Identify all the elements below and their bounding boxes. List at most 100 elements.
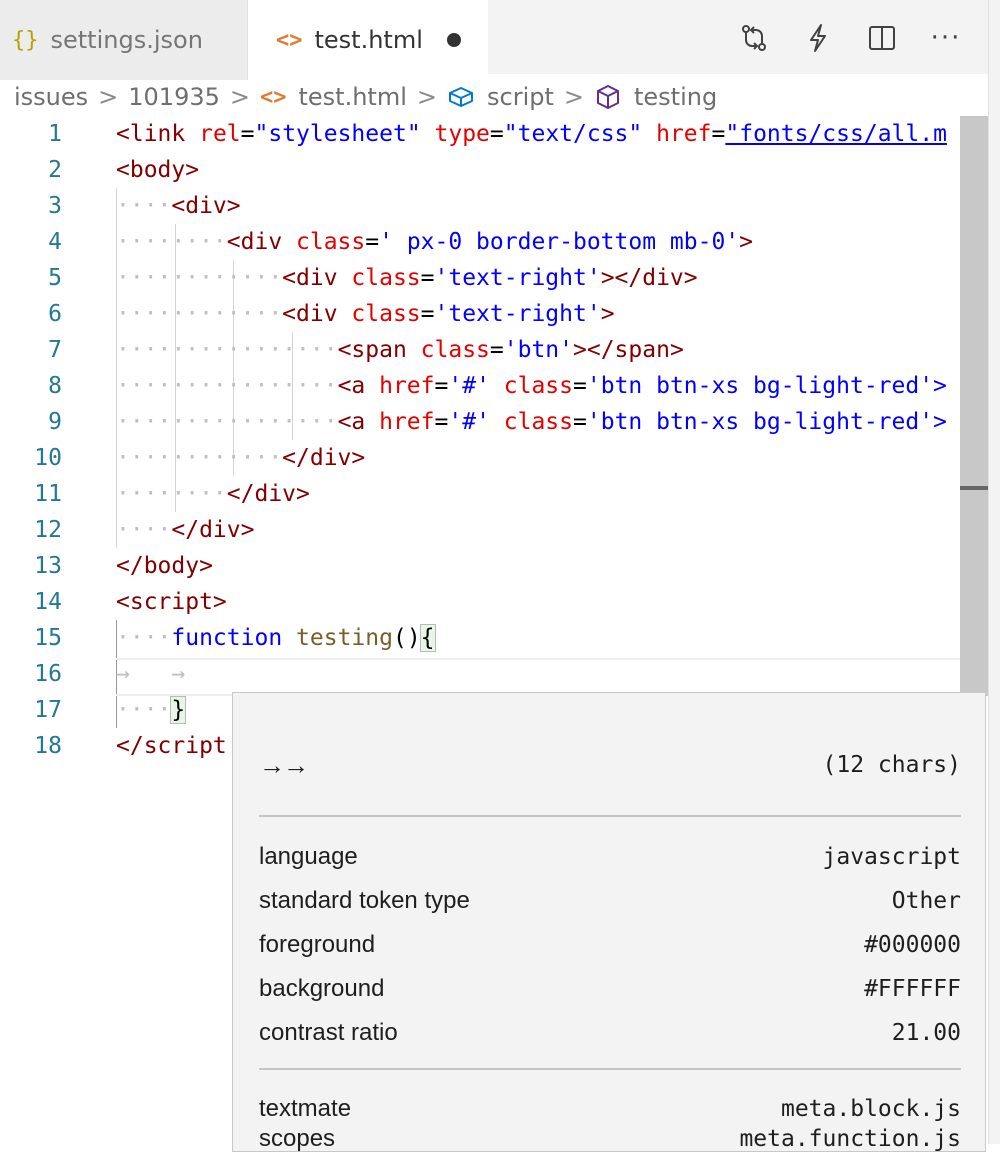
code-text: ················<a href='#' class='btn b… — [116, 409, 947, 435]
code-line: 1 <link rel="stylesheet" type="text/css"… — [0, 116, 988, 152]
code-text: </body> — [116, 553, 213, 579]
row-value: Other — [891, 888, 961, 914]
unsaved-dot-icon[interactable] — [447, 33, 461, 47]
breadcrumb-item-testing[interactable]: testing — [634, 83, 717, 111]
code-line: 3 ····<div> — [0, 188, 988, 224]
bracket-match: } — [170, 696, 187, 724]
token-row-language: language javascript — [259, 839, 961, 875]
divider — [259, 1068, 961, 1070]
code-text: ········<div class=' px-0 border-bottom … — [116, 229, 754, 255]
row-label: scopes — [259, 1125, 336, 1152]
line-number: 17 — [34, 697, 62, 723]
row-value: javascript — [822, 844, 961, 870]
module-icon — [447, 83, 475, 111]
code-text: </script — [116, 733, 227, 759]
bracket-match: { — [419, 624, 436, 652]
code-line: 11 ········</div> — [0, 476, 988, 512]
line-number: 15 — [34, 625, 62, 651]
token-header: →→ (12 chars) — [259, 747, 961, 783]
code-line: 16 → → — [0, 656, 988, 692]
function-cube-icon — [594, 83, 622, 111]
token-row-foreground: foreground #000000 — [259, 927, 961, 963]
code-line: 8 ················<a href='#' class='btn… — [0, 368, 988, 404]
chevron-right-icon: > — [229, 83, 250, 111]
tab-settings-json[interactable]: {} settings.json — [0, 0, 248, 80]
code-text: <body> — [116, 157, 200, 183]
code-link: "fonts/css/all.m — [725, 121, 947, 147]
code-line: 6 ············<div class='text-right'> — [0, 296, 988, 332]
line-number: 8 — [48, 373, 62, 399]
line-number: 1 — [48, 121, 62, 147]
code-line: 5 ············<div class='text-right'></… — [0, 260, 988, 296]
angle-brackets-icon: <> — [260, 84, 287, 110]
line-number: 7 — [48, 337, 62, 363]
code-text: ············</div> — [116, 445, 366, 471]
breadcrumb-item-issues[interactable]: issues — [14, 83, 88, 111]
token-length: (12 chars) — [822, 752, 961, 778]
row-label: background — [259, 975, 385, 1002]
row-label: standard token type — [259, 887, 470, 914]
chevron-right-icon: > — [563, 83, 584, 111]
code-text: ············<div class='text-right'></di… — [116, 265, 698, 291]
chevron-right-icon: > — [416, 83, 437, 111]
breadcrumb-item-101935[interactable]: 101935 — [128, 83, 220, 111]
code-text: <link rel="stylesheet" type="text/css" h… — [116, 121, 947, 147]
code-text: ····} — [116, 696, 187, 724]
code-text: <script> — [116, 589, 227, 615]
token-row-background: background #FFFFFF — [259, 971, 961, 1007]
run-button[interactable] — [798, 18, 838, 58]
token-text: →→ — [259, 749, 309, 780]
braces-icon: {} — [12, 27, 39, 53]
breadcrumb-item-file[interactable]: test.html — [299, 83, 407, 111]
line-number: 18 — [34, 733, 62, 759]
token-row-standard-type: standard token type Other — [259, 883, 961, 919]
code-text: ················<span class='btn'></span… — [116, 337, 684, 363]
line-number: 4 — [48, 229, 62, 255]
line-number: 12 — [34, 517, 62, 543]
row-label: foreground — [259, 931, 376, 958]
scope-value: meta.function.js — [739, 1126, 961, 1152]
line-number: 9 — [48, 409, 62, 435]
code-line: 15 ····function testing(){ — [0, 620, 988, 656]
row-label: language — [259, 843, 358, 870]
lightning-icon — [810, 24, 826, 52]
line-number: 11 — [34, 481, 62, 507]
angle-brackets-icon: <> — [276, 27, 303, 53]
line-number: 6 — [48, 301, 62, 327]
split-editor-button[interactable] — [862, 18, 902, 58]
row-label: textmate — [259, 1095, 352, 1122]
code-text: ············<div class='text-right'> — [116, 301, 615, 327]
code-text: ················<a href='#' class='btn b… — [116, 373, 947, 399]
window-right-edge — [988, 0, 1000, 1144]
breadcrumb: issues > 101935 > <> test.html > script … — [14, 80, 717, 114]
line-number: 13 — [34, 553, 62, 579]
code-text: ····<div> — [116, 193, 241, 219]
divider — [259, 815, 961, 817]
compare-changes-button[interactable] — [734, 18, 774, 58]
code-text: → → — [116, 661, 186, 687]
tab-bar: {} settings.json <> test.html ··· — [0, 0, 988, 80]
line-number: 14 — [34, 589, 62, 615]
line-number: 5 — [48, 265, 62, 291]
code-line: 9 ················<a href='#' class='btn… — [0, 404, 988, 440]
code-line: 7 ················<span class='btn'></sp… — [0, 332, 988, 368]
inspect-tokens-hover: →→ (12 chars) language javascript standa… — [232, 692, 986, 1152]
code-text: ····</div> — [116, 517, 255, 543]
code-line: 13 </body> — [0, 548, 988, 584]
more-icon: ··· — [930, 23, 962, 53]
chevron-right-icon: > — [98, 83, 119, 111]
more-actions-button[interactable]: ··· — [926, 18, 966, 58]
code-line: 10 ············</div> — [0, 440, 988, 476]
row-label: contrast ratio — [259, 1019, 398, 1046]
line-number: 16 — [34, 661, 62, 687]
line-number: 2 — [48, 157, 62, 183]
code-line: 14 <script> — [0, 584, 988, 620]
token-row-scopes: scopes meta.function.js — [259, 1121, 961, 1157]
tab-test-html[interactable]: <> test.html — [248, 0, 488, 80]
code-line: 12 ····</div> — [0, 512, 988, 548]
code-line: 2 <body> — [0, 152, 988, 188]
scope-value: meta.block.js — [780, 1096, 961, 1122]
split-editor-icon — [869, 26, 895, 50]
breadcrumb-item-script[interactable]: script — [487, 83, 554, 111]
line-number: 3 — [48, 193, 62, 219]
